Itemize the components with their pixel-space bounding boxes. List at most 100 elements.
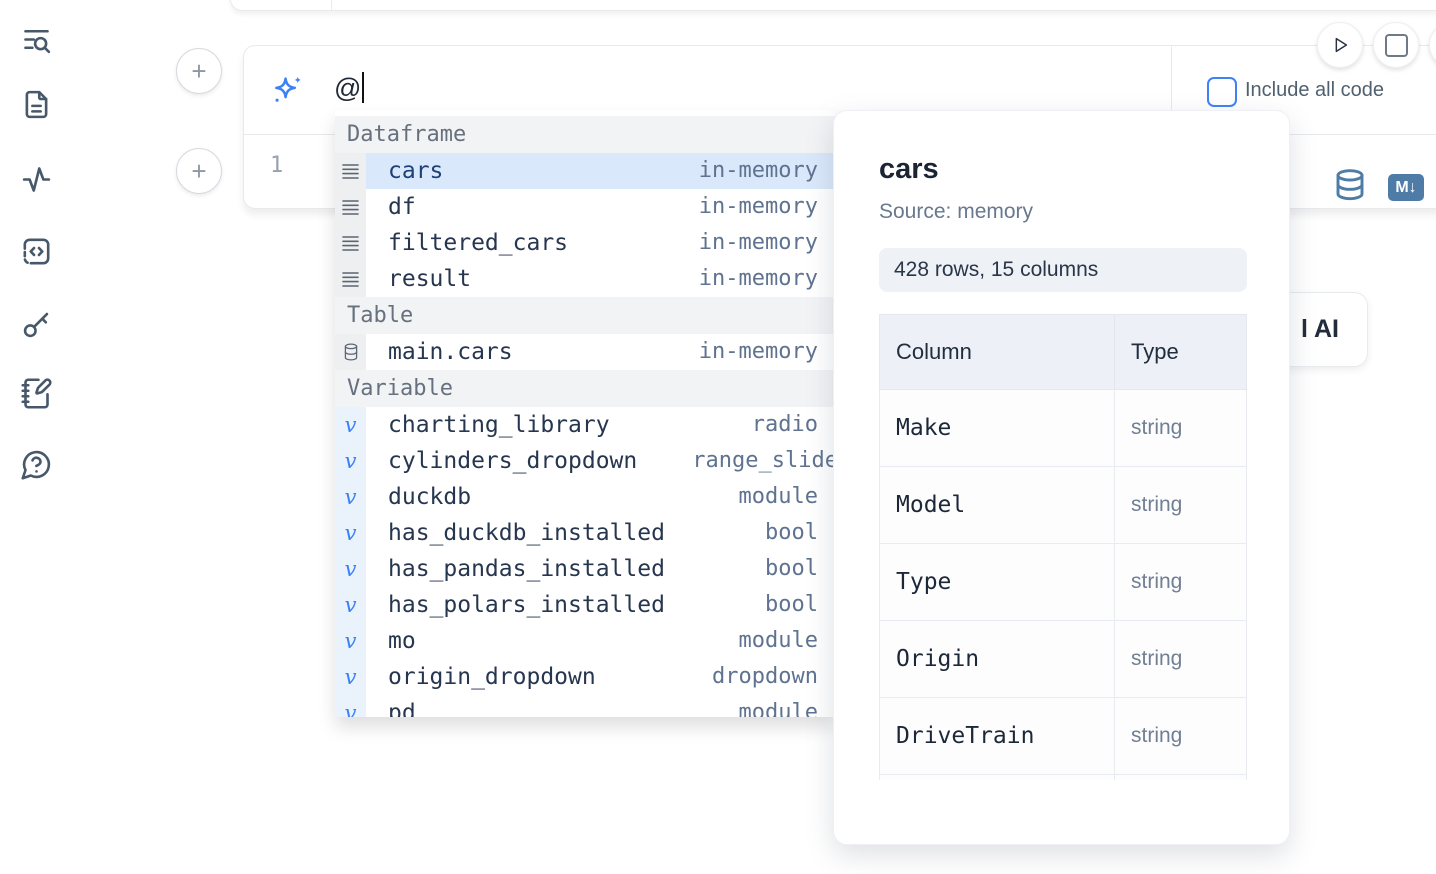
key-icon[interactable]	[20, 308, 53, 341]
completion-name: result	[388, 261, 526, 297]
previous-cell-divider	[331, 0, 332, 10]
column-type-cell: string	[1115, 390, 1247, 467]
include-all-code-label: Include all code	[1245, 79, 1384, 102]
autocomplete-section-header: Variable	[335, 370, 835, 407]
variable-icon: v	[335, 659, 366, 695]
variable-icon: v	[335, 695, 366, 717]
markdown-icon[interactable]: M↓	[1388, 174, 1424, 201]
sparkles-icon	[270, 73, 304, 107]
completion-name: duckdb	[388, 479, 526, 515]
completion-name: main.cars	[388, 334, 568, 370]
autocomplete-item-main.cars[interactable]: main.cars in-memory	[335, 334, 835, 370]
file-text-icon[interactable]	[20, 88, 53, 121]
autocomplete-item-mo[interactable]: vmo module	[335, 623, 835, 659]
code-snippet-icon[interactable]	[20, 235, 53, 268]
completion-name: cars	[388, 153, 498, 189]
activity-icon[interactable]	[20, 163, 53, 196]
completion-name: has_pandas_installed	[388, 551, 720, 587]
completion-type: dropdown	[712, 659, 835, 695]
autocomplete-item-cars[interactable]: cars in-memory	[335, 153, 835, 189]
completion-type: in-memory	[699, 261, 835, 297]
add-cell-button-bottom[interactable]: +	[176, 148, 222, 194]
preview-table-row: Originstring	[880, 621, 1247, 698]
help-circle-icon[interactable]	[20, 448, 53, 481]
completion-type: in-memory	[699, 189, 835, 225]
autocomplete-item-has_polars_installed[interactable]: v has_polars_installed bool	[335, 587, 835, 623]
preview-table-row: Typestring	[880, 544, 1247, 621]
stop-cell-button[interactable]	[1373, 22, 1419, 68]
preview-table-row: DriveTrainstring	[880, 698, 1247, 775]
completion-name: mo	[388, 623, 471, 659]
preview-table-header: Column	[880, 315, 1115, 390]
column-name-cell: Origin	[880, 621, 1115, 698]
text-cursor	[362, 72, 364, 103]
column-type-cell: string	[1115, 621, 1247, 698]
autocomplete-item-has_pandas_installed[interactable]: v has_pandas_installed bool	[335, 551, 835, 587]
autocomplete-item-result[interactable]: result in-memory	[335, 261, 835, 297]
include-all-code-checkbox[interactable]	[1207, 77, 1237, 107]
completion-type: module	[739, 695, 835, 717]
autocomplete-item-charting_library[interactable]: vcharting_libraryradio	[335, 407, 835, 443]
database-icon	[335, 334, 366, 370]
autocomplete-popup: Dataframecarsin-memorydfin-memoryfiltere…	[335, 110, 835, 717]
notebook-pen-icon[interactable]	[20, 377, 53, 410]
completion-name: has_polars_installed	[388, 587, 720, 623]
completion-type: radio	[752, 407, 835, 443]
preview-table-row: Modelstring	[880, 467, 1247, 544]
completion-name: has_duckdb_installed	[388, 515, 720, 551]
variable-icon: v	[335, 515, 366, 551]
preview-table-header: Type	[1115, 315, 1247, 390]
completion-type: bool	[765, 587, 835, 623]
autocomplete-item-duckdb[interactable]: vduckdb module	[335, 479, 835, 515]
stop-icon	[1385, 34, 1408, 57]
autocomplete-item-df[interactable]: df in-memory	[335, 189, 835, 225]
completion-type: module	[739, 623, 835, 659]
autocomplete-section-header: Dataframe	[335, 116, 835, 153]
preview-table-row: Makestring	[880, 390, 1247, 467]
autocomplete-item-pd[interactable]: vpdmodule	[335, 695, 835, 717]
completion-name: origin_dropdown	[388, 659, 651, 695]
preview-table-row-partial	[880, 775, 1247, 781]
completion-type: bool	[765, 515, 835, 551]
completion-name: filtered_cars	[388, 225, 623, 261]
dataframe-rows-icon	[335, 261, 366, 297]
preview-table-wrap: ColumnTypeMakestringModelstringTypestrin…	[879, 314, 1247, 780]
completion-type: in-memory	[699, 334, 835, 370]
prompt-text: @	[334, 73, 361, 103]
autocomplete-item-filtered_cars[interactable]: filtered_carsin-memory	[335, 225, 835, 261]
variable-icon: v	[335, 587, 366, 623]
dataframe-rows-icon	[335, 225, 366, 261]
completion-type: module	[739, 479, 835, 515]
run-cell-button[interactable]	[1317, 22, 1363, 68]
column-type-cell: string	[1115, 698, 1247, 775]
variable-icon: v	[335, 551, 366, 587]
list-search-icon[interactable]	[20, 23, 53, 56]
column-name-cell	[880, 775, 1115, 781]
completion-type: range_slider	[692, 443, 835, 479]
variable-icon: v	[335, 479, 366, 515]
column-type-cell: string	[1115, 467, 1247, 544]
autocomplete-section-header: Table	[335, 297, 835, 334]
column-name-cell: Type	[880, 544, 1115, 621]
dataframe-rows-icon	[335, 153, 366, 189]
database-icon[interactable]	[1334, 167, 1366, 205]
ai-button-label: l AI	[1301, 293, 1339, 366]
autocomplete-item-has_duckdb_installed[interactable]: v has_duckdb_installed bool	[335, 515, 835, 551]
dataframe-rows-icon	[335, 189, 366, 225]
variable-icon: v	[335, 443, 366, 479]
autocomplete-item-origin_dropdown[interactable]: v origin_dropdown dropdown	[335, 659, 835, 695]
column-name-cell: DriveTrain	[880, 698, 1115, 775]
completion-type: bool	[765, 551, 835, 587]
column-name-cell: Model	[880, 467, 1115, 544]
add-cell-button-top[interactable]: +	[176, 48, 222, 94]
autocomplete-item-cylinders_dropdown[interactable]: v cylinders_dropdownrange_slider	[335, 443, 835, 479]
play-icon	[1329, 34, 1351, 56]
variable-icon: v	[335, 623, 366, 659]
completion-type: in-memory	[699, 153, 835, 189]
completion-name: df	[388, 189, 471, 225]
column-type-cell	[1115, 775, 1247, 781]
completion-name: cylinders_dropdown	[388, 443, 692, 479]
ai-prompt-input[interactable]: @	[334, 72, 364, 104]
column-name-cell: Make	[880, 390, 1115, 467]
column-type-cell: string	[1115, 544, 1247, 621]
